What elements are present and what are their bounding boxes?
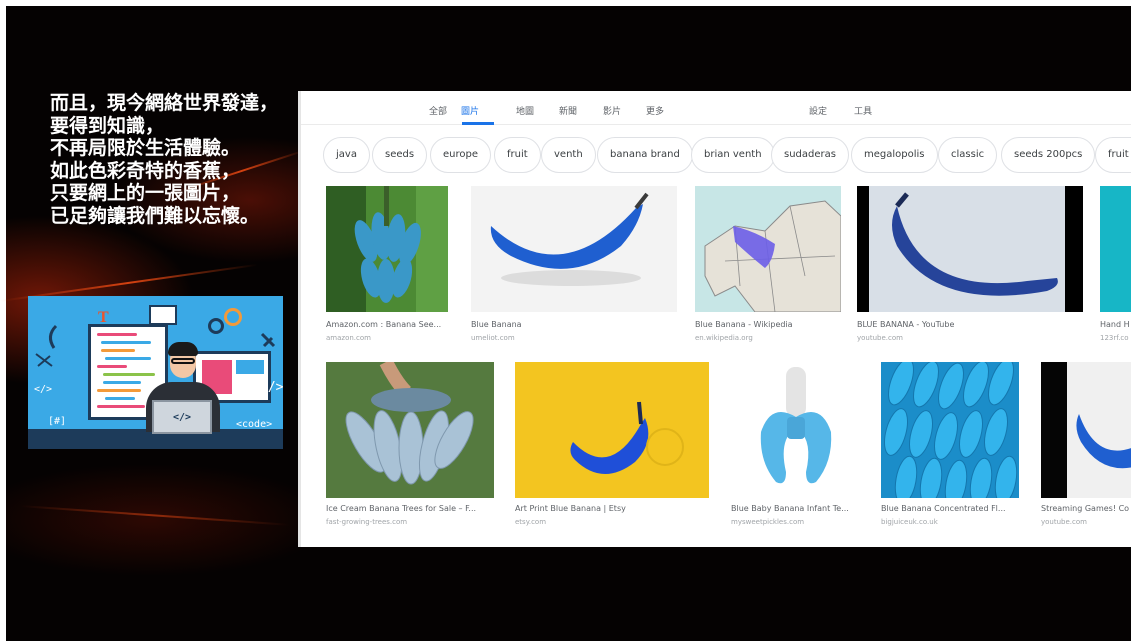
caption-line: 只要網上的一張圖片，: [50, 182, 241, 204]
result-image[interactable]: [857, 186, 1083, 312]
result-title[interactable]: Hand H: [1100, 320, 1131, 329]
ice-cream-banana-image: [326, 362, 494, 498]
chip[interactable]: brian venth: [691, 137, 775, 173]
chip[interactable]: sudaderas: [771, 137, 849, 173]
streaming-banana-image: [1041, 362, 1131, 498]
result-site: youtube.com: [1041, 518, 1087, 526]
active-tab-indicator: [462, 122, 494, 125]
tab-maps[interactable]: 地圖: [516, 104, 534, 117]
chip[interactable]: megalopolis: [851, 137, 938, 173]
chip[interactable]: classic: [938, 137, 998, 173]
teether-banana-image: [731, 362, 861, 498]
result-site: 123rf.co: [1100, 334, 1129, 342]
result-image[interactable]: [1041, 362, 1131, 498]
result-image[interactable]: [1100, 186, 1131, 312]
caption-line: 已足夠讓我們難以忘懷。: [50, 204, 260, 227]
laptop-code-label: </>: [172, 412, 192, 423]
result-title[interactable]: Amazon.com : Banana See...: [326, 320, 448, 329]
chip[interactable]: seeds 200pcs: [1001, 137, 1096, 173]
result-image[interactable]: [471, 186, 677, 312]
chip[interactable]: seeds: [372, 137, 428, 173]
tab-more[interactable]: 更多: [646, 104, 664, 117]
caption-line: 要得到知識，: [50, 114, 165, 137]
result-site: mysweetpickles.com: [731, 518, 805, 526]
blue-banana-video-image: [869, 186, 1065, 312]
image-search-screenshot: 全部 圖片 地圖 新聞 影片 更多 設定 工具 java seeds europ…: [298, 91, 1131, 547]
result-image[interactable]: [326, 186, 448, 312]
result-site: bigjuiceuk.co.uk: [881, 518, 938, 526]
chip[interactable]: venth: [541, 137, 596, 173]
result-site: etsy.com: [515, 518, 547, 526]
result-title[interactable]: Ice Cream Banana Trees for Sale – F...: [326, 504, 494, 513]
laptop: </>: [152, 400, 212, 434]
result-title[interactable]: BLUE BANANA - YouTube: [857, 320, 1057, 329]
result-image[interactable]: [695, 186, 841, 312]
chip[interactable]: fruit m: [1095, 137, 1131, 173]
code-tag-right: </>: [260, 380, 283, 395]
result-site: amazon.com: [326, 334, 371, 342]
result-site: fast-growing-trees.com: [326, 518, 408, 526]
tab-all[interactable]: 全部: [429, 104, 447, 117]
caption-line: 不再局限於生活體驗。: [50, 137, 241, 159]
result-site: umeliot.com: [471, 334, 515, 342]
gear-icon: [224, 308, 242, 326]
chip[interactable]: fruit: [494, 137, 541, 173]
chip[interactable]: europe: [430, 137, 491, 173]
result-title[interactable]: Art Print Blue Banana | Etsy: [515, 504, 709, 513]
code-tag: <code>: [236, 419, 273, 430]
result-title[interactable]: Streaming Games! Co: [1041, 504, 1131, 513]
tab-news[interactable]: 新聞: [559, 104, 577, 117]
person-hair: [168, 342, 198, 356]
result-image[interactable]: [731, 362, 861, 498]
glasses-icon: [171, 358, 195, 364]
art-print-banana-image: [515, 362, 709, 498]
tab-images[interactable]: 圖片: [461, 104, 479, 117]
programmer-illustration: T </> </> </> [#] <code>: [28, 296, 283, 449]
code-tag-left: </>: [34, 384, 53, 395]
chip[interactable]: banana brand: [597, 137, 693, 173]
top-border: [0, 0, 1131, 6]
caption-line: 如此色彩奇特的香蕉，: [50, 159, 241, 182]
related-search-chips: java seeds europe fruit venth banana bra…: [301, 137, 1131, 173]
slide-caption: 而且，現今網絡世界發達， 要得到知識， 不再局限於生活體驗。 如此色彩奇特的香蕉…: [50, 92, 300, 227]
chip[interactable]: java: [323, 137, 370, 173]
banana-pile-image: [881, 362, 1019, 498]
result-title[interactable]: Blue Baby Banana Infant Te...: [731, 504, 861, 513]
left-border: [0, 0, 6, 641]
result-title[interactable]: Blue Banana Concentrated Fl...: [881, 504, 1019, 513]
result-title[interactable]: Blue Banana - Wikipedia: [695, 320, 841, 329]
tools-link[interactable]: 工具: [854, 104, 872, 117]
result-image[interactable]: [326, 362, 494, 498]
caption-line: 而且，現今網絡世界發達，: [50, 92, 279, 114]
hash-tag: [#]: [48, 416, 67, 427]
search-tabs: 全部 圖片 地圖 新聞 影片 更多 設定 工具: [301, 91, 1131, 125]
result-image[interactable]: [515, 362, 709, 498]
result-site: en.wikipedia.org: [695, 334, 753, 342]
result-site: youtube.com: [857, 334, 903, 342]
gear-icon: [208, 318, 224, 334]
tab-videos[interactable]: 影片: [603, 104, 621, 117]
banana-bunch-image: [326, 186, 448, 312]
blue-banana-image: [490, 192, 649, 286]
result-image[interactable]: [881, 362, 1019, 498]
settings-link[interactable]: 設定: [809, 104, 827, 117]
europe-map-image: [695, 186, 841, 312]
result-title[interactable]: Blue Banana: [471, 320, 671, 329]
